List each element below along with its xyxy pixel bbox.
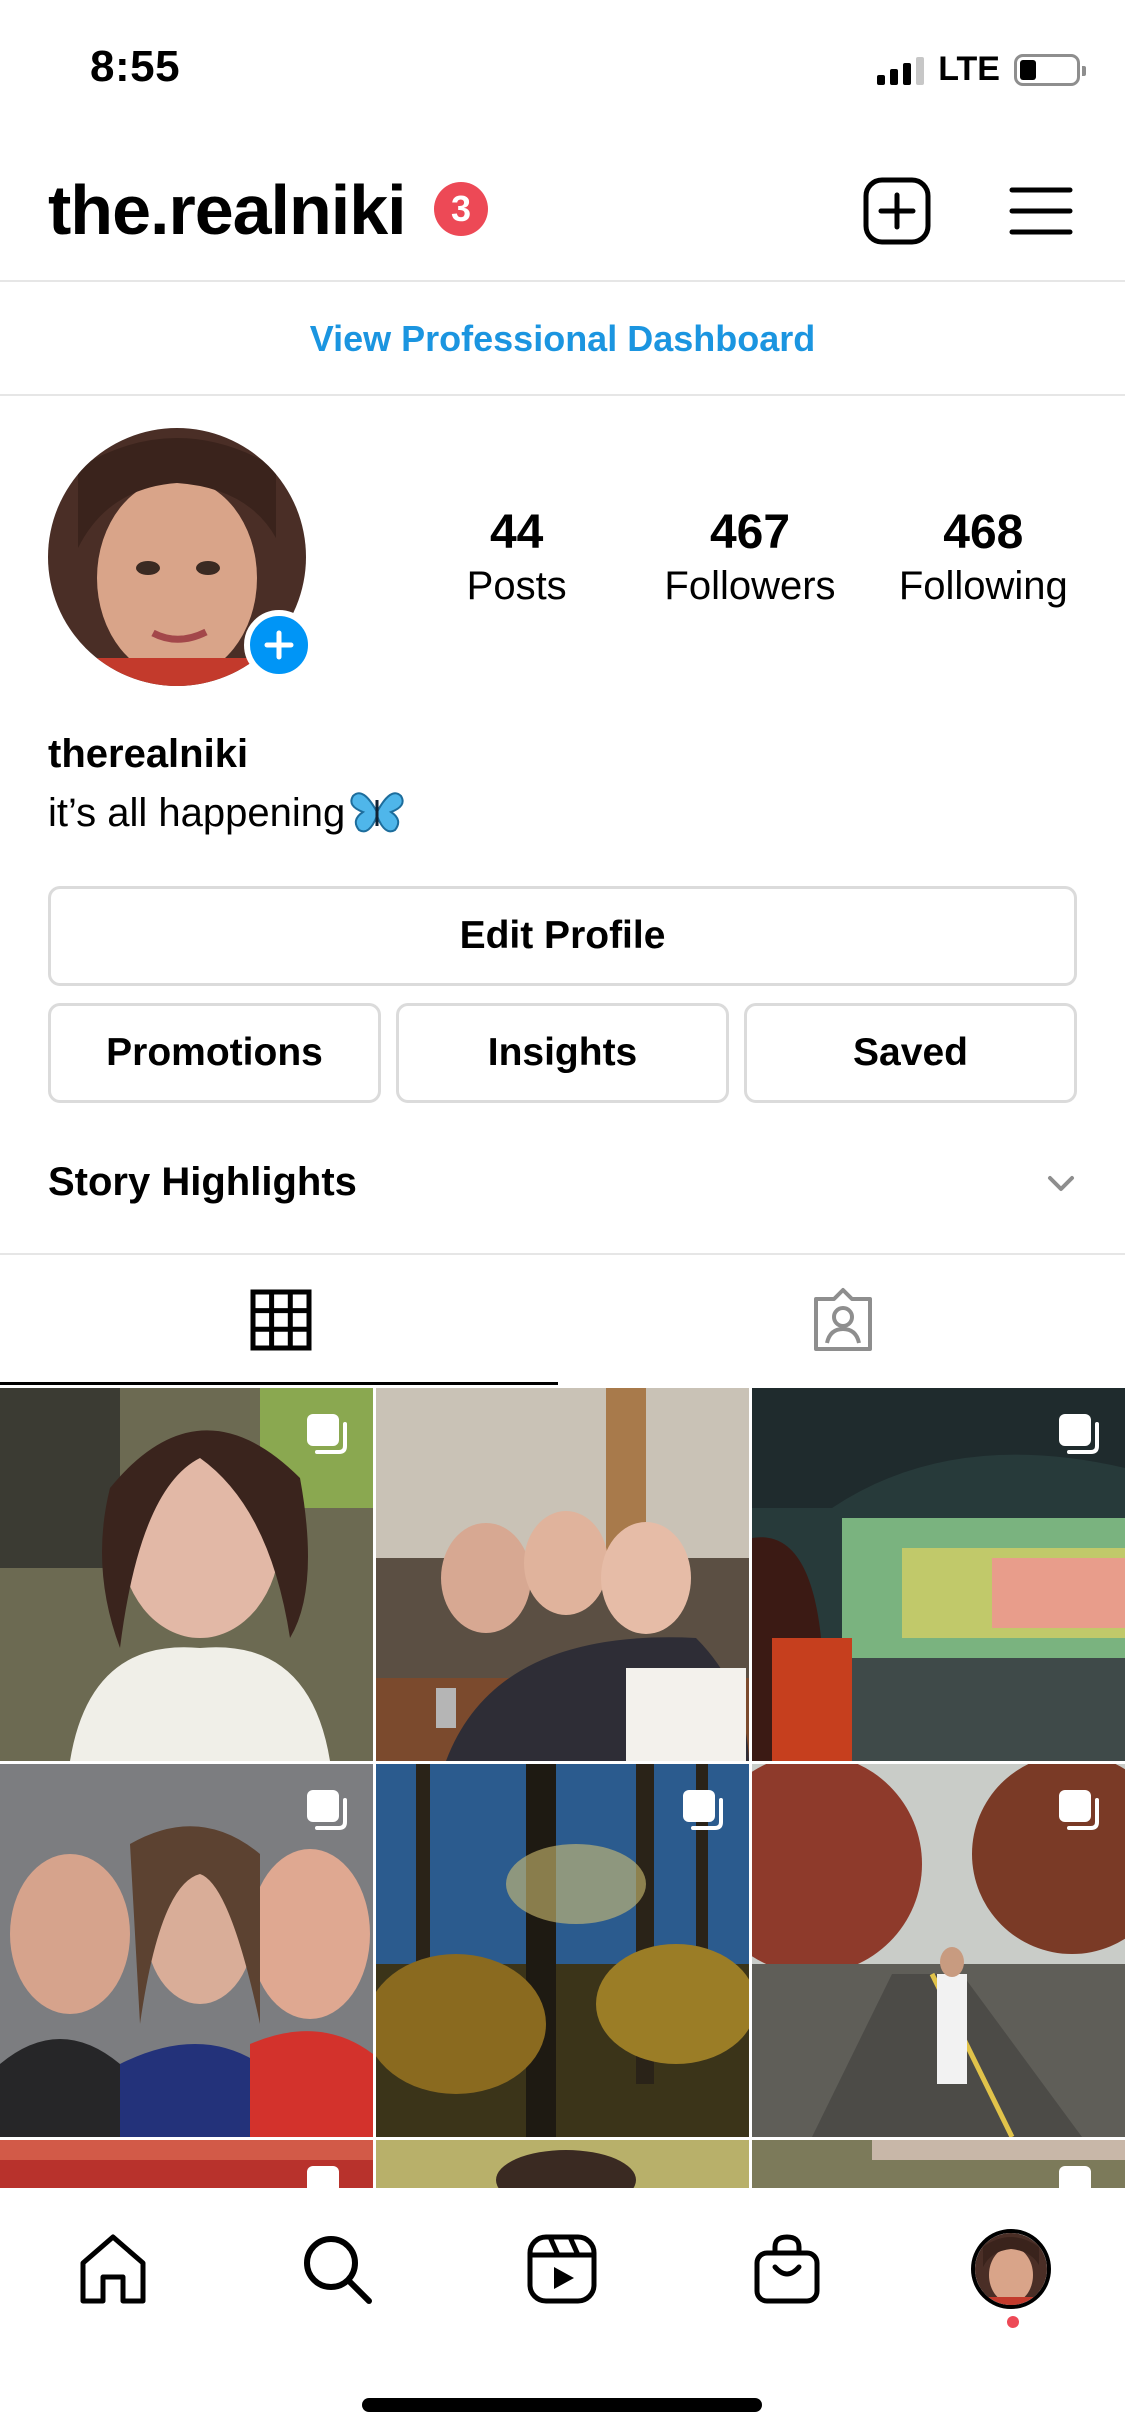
carousel-icon: [1059, 1790, 1099, 1830]
carousel-icon: [307, 2166, 339, 2188]
signal-icon: [877, 55, 925, 85]
grid-post[interactable]: [0, 1388, 373, 1761]
professional-dashboard-link[interactable]: View Professional Dashboard: [310, 318, 816, 360]
plus-icon: [264, 630, 294, 660]
following-count: 468: [943, 506, 1024, 559]
profile-header: the.realniki 3: [0, 140, 1125, 282]
menu-icon[interactable]: [1006, 176, 1076, 246]
tagged-icon: [814, 1288, 872, 1351]
followers-stat[interactable]: 467 Followers: [633, 505, 866, 609]
notification-dot: [1007, 2316, 1019, 2328]
chevron-down-icon[interactable]: [1044, 1166, 1078, 1200]
grid-post[interactable]: [376, 1388, 749, 1761]
reels-icon: [527, 2234, 597, 2304]
status-time: 8:55: [90, 42, 181, 91]
status-indicators: LTE: [877, 50, 1086, 89]
profile-avatar-wrap[interactable]: [48, 428, 314, 686]
grid-post[interactable]: [0, 1764, 373, 2137]
story-highlights-title: Story Highlights: [48, 1160, 357, 1204]
nav-shop[interactable]: [742, 2224, 832, 2314]
home-icon: [80, 2234, 146, 2304]
grid-post[interactable]: [752, 1764, 1125, 2137]
status-bar: 8:55 LTE: [0, 0, 1125, 140]
bio-text: it’s all happening: [48, 790, 346, 835]
professional-dashboard-bar: View Professional Dashboard: [0, 284, 1125, 396]
following-stat[interactable]: 468 Following: [867, 505, 1100, 609]
account-switcher[interactable]: the.realniki: [48, 170, 407, 250]
profile-tabs: [0, 1255, 1125, 1385]
profile-bio: it’s all happening: [48, 790, 405, 836]
grid-post[interactable]: [752, 2140, 1125, 2188]
following-label: Following: [898, 564, 1068, 608]
posts-grid: [0, 1388, 1125, 2188]
add-story-button[interactable]: [244, 610, 314, 680]
tab-tagged[interactable]: [562, 1255, 1124, 1385]
carousel-icon: [307, 1790, 347, 1830]
notification-badge[interactable]: 3: [434, 182, 488, 236]
edit-profile-button[interactable]: Edit Profile: [48, 886, 1077, 986]
shop-icon: [754, 2234, 820, 2304]
carousel-icon: [307, 1414, 347, 1454]
profile-avatar-small: [971, 2229, 1051, 2309]
nav-reels[interactable]: [517, 2224, 607, 2314]
posts-count: 44: [489, 506, 544, 559]
carousel-icon: [683, 1790, 723, 1830]
nav-home[interactable]: [68, 2224, 158, 2314]
butterfly-emoji-icon: [350, 792, 404, 833]
grid-post[interactable]: [0, 2140, 373, 2188]
home-indicator[interactable]: [362, 2398, 762, 2412]
nav-search[interactable]: [292, 2224, 382, 2314]
network-label: LTE: [938, 50, 1000, 88]
posts-label: Posts: [466, 564, 567, 608]
carousel-icon: [1059, 2166, 1091, 2188]
insights-button[interactable]: Insights: [396, 1003, 729, 1103]
grid-post[interactable]: [376, 2140, 749, 2188]
grid-post[interactable]: [376, 1764, 749, 2137]
followers-count: 467: [709, 506, 791, 559]
promotions-button[interactable]: Promotions: [48, 1003, 381, 1103]
story-highlights-row[interactable]: Story Highlights: [48, 1160, 1078, 1205]
new-post-icon[interactable]: [862, 176, 932, 246]
saved-button[interactable]: Saved: [744, 1003, 1077, 1103]
profile-name: therealniki: [48, 732, 249, 776]
carousel-icon: [1059, 1414, 1099, 1454]
profile-stats: 44 Posts 467 Followers 468 Following: [400, 505, 1100, 609]
battery-icon: [1014, 53, 1086, 86]
posts-stat[interactable]: 44 Posts: [400, 505, 633, 609]
search-icon: [304, 2236, 372, 2304]
followers-label: Followers: [664, 564, 836, 608]
grid-icon: [250, 1289, 312, 1351]
nav-profile[interactable]: [966, 2224, 1056, 2314]
tab-posts-grid[interactable]: [0, 1255, 562, 1385]
grid-post[interactable]: [752, 1388, 1125, 1761]
